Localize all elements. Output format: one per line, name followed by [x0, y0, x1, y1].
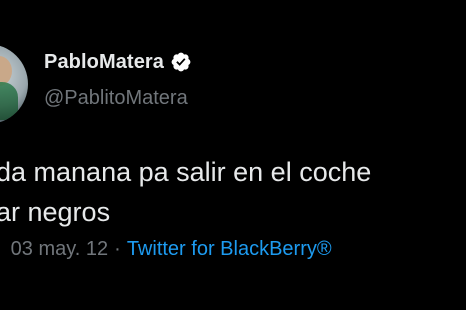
meta-separator: · [114, 238, 121, 260]
tweet-date[interactable]: 03 may. 12 [11, 238, 108, 261]
tweet-source-link[interactable]: Twitter for BlackBerry® [127, 238, 332, 261]
avatar-shirt [0, 82, 18, 120]
author-display-name[interactable]: PabloMatera [44, 51, 164, 74]
author-name-row[interactable]: PabloMatera [44, 48, 192, 76]
tweet-text-line: ar negros [0, 197, 111, 227]
author-handle[interactable]: @PablitoMatera [44, 87, 188, 110]
meta-lead-dot: · [0, 238, 1, 261]
tweet-text: da manana pa salir en el coche ar negros [0, 152, 371, 232]
verified-badge-icon [170, 51, 192, 73]
avatar[interactable] [0, 44, 28, 124]
tweet-card: PabloMatera @PablitoMatera da manana pa … [0, 0, 466, 310]
tweet-meta: · 03 may. 12 · Twitter for BlackBerry® [0, 238, 332, 261]
tweet-text-line: da manana pa salir en el coche [0, 157, 372, 187]
